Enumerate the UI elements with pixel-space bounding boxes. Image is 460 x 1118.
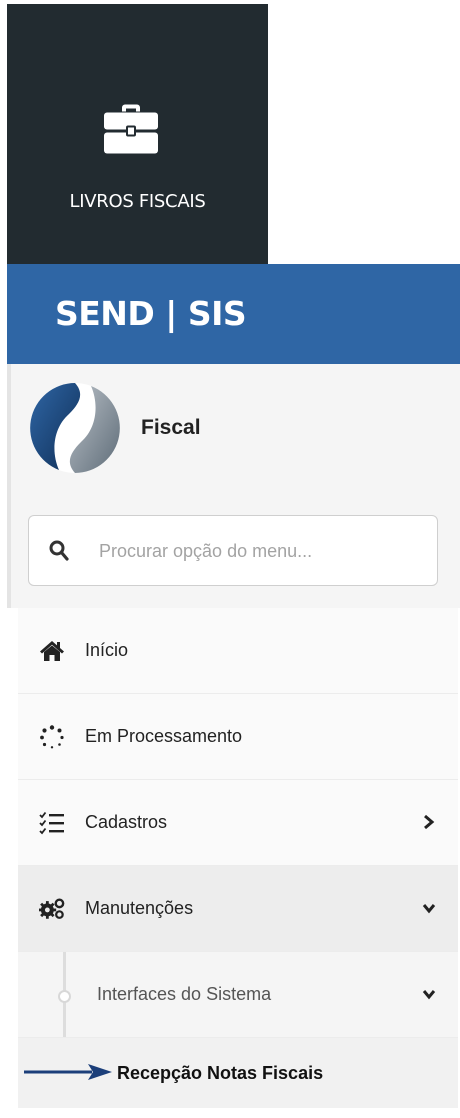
sidebar-item-cadastros[interactable]: Cadastros [18,780,458,866]
sidebar-item-inicio[interactable]: Início [18,608,458,694]
gears-icon [39,898,65,919]
briefcase-icon [104,104,158,154]
menu-item-label: Recepção Notas Fiscais [117,1063,324,1083]
arrow-right-icon [24,1064,112,1080]
sidebar-menu: Início Em Processamento Cadastros Manute… [18,608,458,1108]
chevron-down-icon [422,990,436,1000]
submenu-item-interfaces-do-sistema[interactable]: Interfaces do Sistema [18,952,458,1038]
sidebar-item-label: Manutenções [85,898,194,918]
submenu-item-label: Interfaces do Sistema [97,984,272,1004]
sidebar-item-label: Cadastros [85,812,168,832]
sidebar-item-label: Em Processamento [85,726,243,746]
chevron-right-icon [424,814,435,830]
menu-item-recepcao-notas-fiscais[interactable]: Recepção Notas Fiscais [18,1038,458,1108]
search-icon [49,540,69,561]
tile-label: LIVROS FISCAIS [69,191,206,212]
app-header: SEND | SIS [7,264,460,364]
tree-node-dot [58,990,71,1003]
module-panel: Fiscal [7,364,460,608]
home-icon [40,641,64,661]
menu-search-box[interactable] [28,515,438,586]
sidebar-item-manutencoes[interactable]: Manutenções [18,866,458,952]
brand-title: SEND | SIS [55,294,247,333]
sidebar-item-em-processamento[interactable]: Em Processamento [18,694,458,780]
checklist-icon [39,811,64,835]
sidebar-item-label: Início [85,640,129,660]
livros-fiscais-tile[interactable]: LIVROS FISCAIS [7,4,268,264]
chevron-down-icon [422,904,436,914]
menu-search-input[interactable] [99,534,419,568]
spinner-icon [40,725,64,749]
sendsis-logo [30,383,120,473]
module-name: Fiscal [141,416,201,439]
